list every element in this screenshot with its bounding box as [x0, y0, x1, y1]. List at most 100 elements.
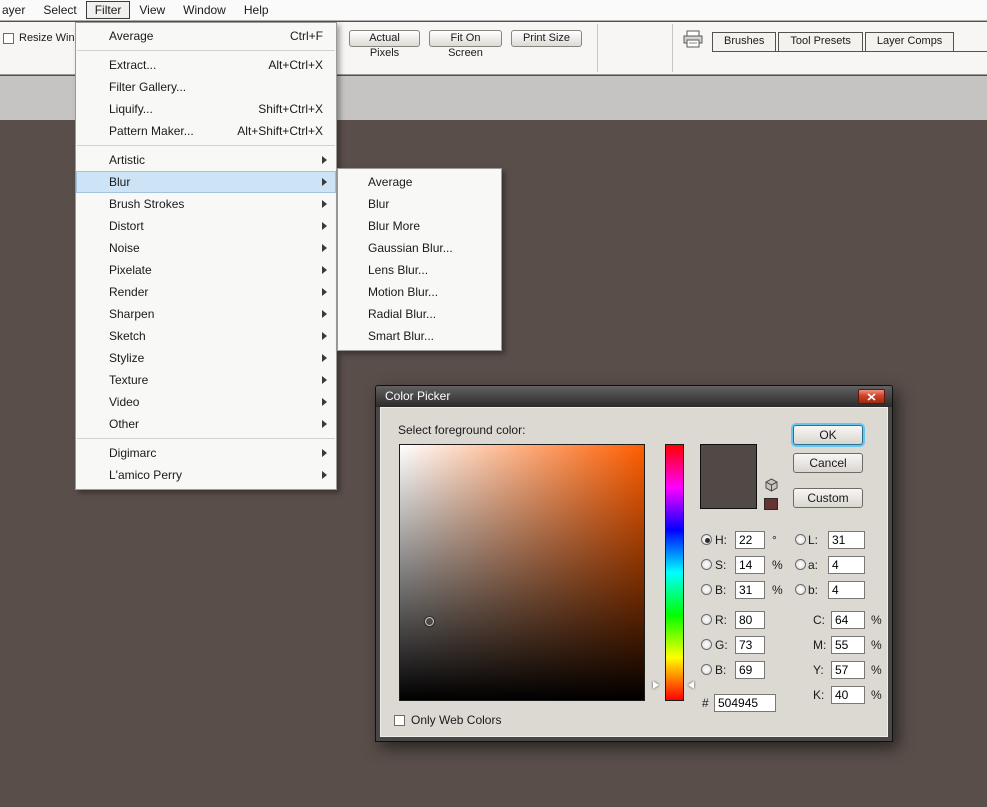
b-lab-input[interactable] [828, 581, 865, 599]
a-radio[interactable] [795, 559, 806, 570]
filter-item-artistic[interactable]: Artistic [76, 149, 336, 171]
dialog-title-bar[interactable]: Color Picker [376, 386, 892, 407]
filter-item-pixelate[interactable]: Pixelate [76, 259, 336, 281]
menu-view[interactable]: View [130, 1, 174, 19]
s-row: S: % [701, 556, 809, 576]
submenu-arrow-icon [322, 420, 327, 428]
only-web-colors-label: Only Web Colors [411, 713, 502, 727]
k-label: K: [813, 688, 825, 702]
hue-slider[interactable] [665, 444, 684, 701]
hex-input[interactable] [714, 694, 776, 712]
s-radio[interactable] [701, 559, 712, 570]
filter-item-average[interactable]: Average Ctrl+F [76, 25, 336, 47]
menu-layer[interactable]: ayer [0, 1, 34, 19]
menu-help[interactable]: Help [235, 1, 278, 19]
r-input[interactable] [735, 611, 765, 629]
menu-item-label: Brush Strokes [109, 197, 185, 211]
submenu-arrow-icon [322, 471, 327, 479]
s-input[interactable] [735, 556, 765, 574]
menu-item-label: Noise [109, 241, 140, 255]
b-lab-radio[interactable] [795, 584, 806, 595]
c-label: C: [813, 613, 825, 627]
filter-item-stylize[interactable]: Stylize [76, 347, 336, 369]
close-button[interactable] [858, 389, 885, 404]
print-size-button[interactable]: Print Size [511, 30, 582, 47]
filter-item-extract[interactable]: Extract... Alt+Ctrl+X [76, 54, 336, 76]
blur-item-motion-blur[interactable]: Motion Blur... [338, 281, 501, 303]
only-web-colors-checkbox[interactable] [394, 714, 405, 726]
filter-item-liquify[interactable]: Liquify... Shift+Ctrl+X [76, 98, 336, 120]
menu-window[interactable]: Window [174, 1, 235, 19]
blur-item-blur[interactable]: Blur [338, 193, 501, 215]
h-input[interactable] [735, 531, 765, 549]
l-radio[interactable] [795, 534, 806, 545]
r-radio[interactable] [701, 614, 712, 625]
custom-button[interactable]: Custom [793, 488, 863, 508]
submenu-arrow-icon [322, 266, 327, 274]
web-safe-color-swatch[interactable] [764, 498, 778, 510]
filter-item-noise[interactable]: Noise [76, 237, 336, 259]
filter-item-other[interactable]: Other [76, 413, 336, 435]
resize-window-checkbox[interactable] [3, 32, 14, 44]
color-field-marker[interactable] [425, 617, 434, 626]
menu-item-label: Pixelate [109, 263, 152, 277]
tab-tool-presets[interactable]: Tool Presets [778, 32, 863, 51]
actual-pixels-button[interactable]: Actual Pixels [349, 30, 420, 59]
menu-bar: ayer Select Filter View Window Help [0, 0, 987, 21]
b-hsb-radio[interactable] [701, 584, 712, 595]
g-label: G: [715, 638, 728, 652]
filter-item-sketch[interactable]: Sketch [76, 325, 336, 347]
filter-item-render[interactable]: Render [76, 281, 336, 303]
b-rgb-radio[interactable] [701, 664, 712, 675]
filter-item-texture[interactable]: Texture [76, 369, 336, 391]
g-radio[interactable] [701, 639, 712, 650]
menu-item-label: Render [109, 285, 149, 299]
menu-filter[interactable]: Filter [85, 1, 131, 19]
filter-item-pattern-maker[interactable]: Pattern Maker... Alt+Shift+Ctrl+X [76, 120, 336, 142]
blur-item-average[interactable]: Average [338, 171, 501, 193]
tab-brushes[interactable]: Brushes [712, 32, 777, 51]
tab-layer-comps[interactable]: Layer Comps [864, 32, 955, 51]
printer-icon[interactable] [683, 30, 703, 51]
k-input[interactable] [831, 686, 865, 704]
dialog-content: Select foreground color: OK Cancel Custo… [380, 407, 888, 737]
saturation-brightness-field[interactable] [399, 444, 645, 701]
y-input[interactable] [831, 661, 865, 679]
fit-on-screen-button[interactable]: Fit On Screen [429, 30, 502, 59]
s-unit: % [772, 558, 783, 572]
b-hsb-input[interactable] [735, 581, 765, 599]
hex-label: # [702, 696, 709, 710]
g-input[interactable] [735, 636, 765, 654]
h-radio[interactable] [701, 534, 712, 545]
blur-item-gaussian-blur[interactable]: Gaussian Blur... [338, 237, 501, 259]
filter-item-digimarc[interactable]: Digimarc [76, 442, 336, 464]
blur-item-smart-blur[interactable]: Smart Blur... [338, 325, 501, 347]
b-rgb-input[interactable] [735, 661, 765, 679]
filter-item-sharpen[interactable]: Sharpen [76, 303, 336, 325]
a-input[interactable] [828, 556, 865, 574]
hue-marker-right-icon[interactable] [688, 681, 694, 689]
filter-item-lamico-perry[interactable]: L'amico Perry [76, 464, 336, 486]
blur-item-lens-blur[interactable]: Lens Blur... [338, 259, 501, 281]
filter-item-blur[interactable]: Blur [76, 171, 336, 193]
filter-item-filter-gallery[interactable]: Filter Gallery... [76, 76, 336, 98]
filter-item-video[interactable]: Video [76, 391, 336, 413]
cancel-button[interactable]: Cancel [793, 453, 863, 473]
foreground-color-label: Select foreground color: [398, 423, 526, 437]
menu-item-label: Smart Blur... [368, 329, 435, 343]
c-input[interactable] [831, 611, 865, 629]
blur-item-radial-blur[interactable]: Radial Blur... [338, 303, 501, 325]
hue-marker-left-icon[interactable] [653, 681, 659, 689]
l-input[interactable] [828, 531, 865, 549]
ok-button[interactable]: OK [793, 425, 863, 445]
filter-item-distort[interactable]: Distort [76, 215, 336, 237]
filter-item-brush-strokes[interactable]: Brush Strokes [76, 193, 336, 215]
blur-item-blur-more[interactable]: Blur More [338, 215, 501, 237]
m-input[interactable] [831, 636, 865, 654]
only-web-colors-option[interactable]: Only Web Colors [394, 713, 501, 727]
submenu-arrow-icon [322, 398, 327, 406]
m-unit: % [871, 638, 882, 652]
c-unit: % [871, 613, 882, 627]
menu-select[interactable]: Select [34, 1, 85, 19]
not-web-safe-cube-icon[interactable] [764, 478, 779, 496]
